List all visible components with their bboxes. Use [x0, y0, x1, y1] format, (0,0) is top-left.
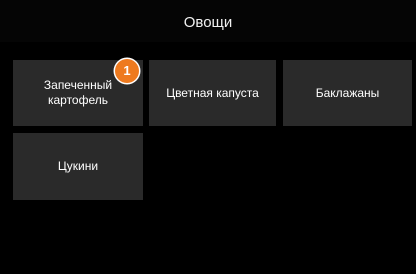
tile-label: Цукини — [57, 159, 99, 173]
tile-zucchini[interactable]: Цукини — [13, 133, 143, 200]
page-title: Овощи — [183, 14, 233, 31]
vegetable-grid: Запеченный картофель Цветная капуста Бак… — [0, 42, 416, 274]
tile-label: Запеченный картофель — [43, 78, 113, 107]
tile-label: Цветная капуста — [166, 85, 259, 100]
header-bar: Овощи — [0, 0, 416, 42]
tile-eggplant[interactable]: Баклажаны — [283, 60, 412, 126]
tile-cauliflower[interactable]: Цветная капуста — [149, 60, 276, 126]
tile-label: Баклажаны — [315, 85, 380, 100]
count-badge: 1 — [115, 59, 139, 83]
screen: Овощи Запеченный картофель Цветная капус… — [0, 0, 416, 274]
